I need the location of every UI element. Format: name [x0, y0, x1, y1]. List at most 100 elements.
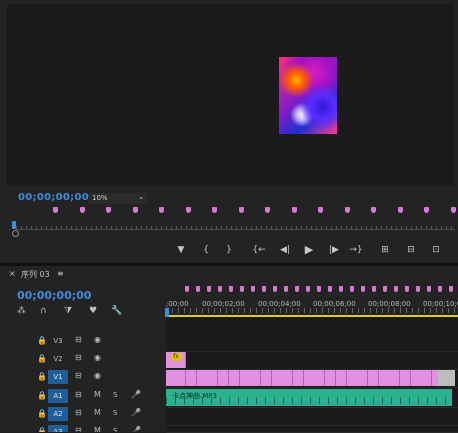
eye-icon[interactable]: ◉ [94, 371, 101, 380]
video-clip[interactable] [367, 370, 379, 386]
marker[interactable] [427, 286, 431, 292]
track-name-v2[interactable]: V2 [48, 352, 68, 366]
marker[interactable] [53, 207, 58, 213]
track-name-a3[interactable]: A3 [48, 425, 68, 432]
video-clip[interactable] [325, 370, 337, 386]
video-clip[interactable] [410, 370, 422, 386]
magnet-icon[interactable]: ∩ [40, 306, 47, 316]
sync-lock-icon[interactable]: ⊟ [75, 353, 82, 362]
zoom-handle[interactable] [12, 230, 19, 237]
marker[interactable] [383, 286, 387, 292]
solo-button[interactable]: S [113, 427, 117, 432]
video-clip[interactable]: fx [166, 352, 186, 368]
video-clip[interactable] [346, 370, 358, 386]
lock-icon[interactable]: 🔒 [37, 409, 47, 418]
track-name-v1[interactable]: V1 [48, 370, 68, 384]
marker[interactable] [450, 207, 456, 213]
video-clip[interactable] [421, 370, 433, 386]
go-to-out-button[interactable]: →} [349, 243, 363, 257]
track-row-a2[interactable] [166, 407, 458, 426]
monitor-playhead[interactable] [12, 221, 16, 229]
marker[interactable] [207, 286, 211, 292]
marker[interactable] [273, 286, 277, 292]
marker[interactable] [397, 207, 403, 213]
video-clip[interactable] [378, 370, 390, 386]
lock-icon[interactable]: 🔒 [37, 391, 47, 400]
marker[interactable] [196, 286, 200, 292]
marker[interactable] [318, 207, 323, 213]
sequence-tab[interactable]: × 序列 03 ≡ [0, 269, 165, 281]
marker[interactable] [218, 286, 222, 292]
marker[interactable] [229, 286, 233, 292]
marker[interactable] [132, 207, 138, 213]
mark-in-button[interactable]: { [202, 243, 210, 257]
video-clip[interactable] [303, 370, 315, 386]
video-clip[interactable] [335, 370, 347, 386]
marker[interactable] [185, 286, 189, 292]
track-row-v3[interactable] [166, 333, 458, 352]
video-clip[interactable] [228, 370, 240, 386]
overwrite-button[interactable]: ⊟ [404, 243, 418, 257]
marker[interactable] [295, 286, 299, 292]
track-row-v1[interactable] [166, 369, 458, 388]
timeline-timecode[interactable]: 00;00;00;00 [17, 289, 91, 302]
marker[interactable] [328, 286, 332, 292]
sync-lock-icon[interactable]: ⊟ [75, 371, 82, 380]
marker[interactable] [371, 207, 376, 213]
go-to-in-button[interactable]: {← [252, 243, 266, 257]
monitor-marker-ruler[interactable] [9, 205, 456, 239]
marker[interactable] [350, 286, 354, 292]
marker[interactable] [185, 207, 191, 213]
marker[interactable] [317, 286, 321, 292]
video-clip[interactable] [293, 370, 304, 386]
marker[interactable] [262, 286, 266, 292]
video-clip[interactable] [166, 370, 186, 386]
marker[interactable] [159, 207, 164, 213]
track-name-a2[interactable]: A2 [48, 407, 68, 421]
add-marker-icon[interactable]: ♥ [89, 306, 97, 316]
marker[interactable] [405, 286, 409, 292]
marker[interactable] [339, 286, 343, 292]
track-row-a1[interactable]: 卡点神曲.MP3 [166, 388, 458, 408]
marker[interactable] [449, 286, 453, 292]
close-icon[interactable]: × [9, 269, 16, 278]
sync-lock-icon[interactable]: ⊟ [75, 426, 82, 432]
marker[interactable] [424, 207, 429, 213]
eye-icon[interactable]: ◉ [94, 353, 101, 362]
sync-lock-icon[interactable]: ⊟ [75, 408, 82, 417]
video-clip[interactable] [400, 370, 411, 386]
video-clip[interactable] [314, 370, 326, 386]
sync-lock-icon[interactable]: ⊟ [75, 335, 82, 344]
step-forward-button[interactable]: |▶ [327, 243, 341, 257]
solo-button[interactable]: S [113, 391, 117, 399]
marker[interactable] [361, 286, 365, 292]
marker[interactable] [306, 286, 310, 292]
marker[interactable] [438, 286, 442, 292]
lock-icon[interactable]: 🔒 [37, 354, 47, 363]
marker[interactable] [240, 286, 244, 292]
lock-icon[interactable]: 🔒 [37, 427, 47, 432]
mute-button[interactable]: M [94, 390, 101, 399]
marker[interactable] [79, 207, 85, 213]
video-viewer[interactable] [7, 4, 454, 186]
track-name-v3[interactable]: V3 [48, 334, 68, 348]
marker[interactable] [284, 286, 288, 292]
marker[interactable] [344, 207, 350, 213]
playhead-timecode[interactable]: 00;00;00;00 [18, 192, 89, 203]
monitor-scrub-bar[interactable] [16, 229, 455, 230]
marker[interactable] [372, 286, 376, 292]
track-name-a1[interactable]: A1 [48, 389, 68, 403]
video-clip[interactable] [239, 370, 251, 386]
video-clip[interactable] [438, 370, 455, 386]
marker[interactable] [265, 207, 270, 213]
mark-out-button[interactable]: } [225, 243, 233, 257]
video-clip[interactable] [250, 370, 262, 386]
marker[interactable] [238, 207, 244, 213]
video-clip[interactable] [260, 370, 272, 386]
eye-icon[interactable]: ◉ [94, 335, 101, 344]
microphone-icon[interactable]: 🎤 [131, 426, 141, 432]
timeline-playhead[interactable] [165, 308, 169, 317]
solo-button[interactable]: S [113, 409, 117, 417]
video-clip[interactable] [186, 370, 197, 386]
sync-lock-icon[interactable]: ⊟ [75, 390, 82, 399]
